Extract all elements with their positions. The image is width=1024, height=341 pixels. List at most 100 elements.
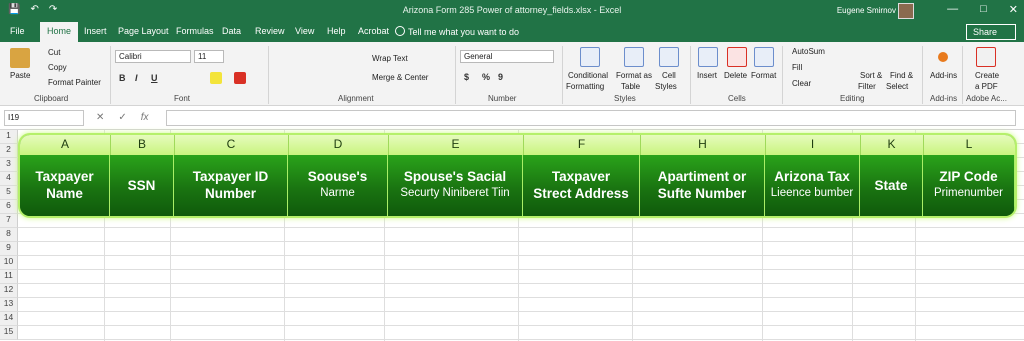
cell-styles-icon[interactable] xyxy=(659,47,679,67)
column-header-d[interactable]: D xyxy=(288,137,388,151)
enter-icon[interactable]: ✓ xyxy=(118,112,126,123)
add-ins-button[interactable]: Add-ins xyxy=(930,71,957,80)
header-cell[interactable]: Taxpayer ID Number xyxy=(174,155,288,216)
tab-page-layout[interactable]: Page Layout xyxy=(118,26,169,36)
tab-insert[interactable]: Insert xyxy=(84,26,107,36)
header-cell[interactable]: SSN xyxy=(110,155,174,216)
cut-button[interactable]: Cut xyxy=(48,48,60,57)
conditional-formatting-button-2[interactable]: Formatting xyxy=(566,82,604,91)
insert-button[interactable]: Insert xyxy=(697,71,717,80)
header-cell[interactable]: Spouse's Sacial Securty Niniberet Tiin xyxy=(388,155,523,216)
merge-center-button[interactable]: Merge & Center xyxy=(372,73,428,82)
header-cell[interactable]: Soouse's Narme xyxy=(288,155,388,216)
create-pdf-button-2[interactable]: a PDF xyxy=(975,82,998,91)
cell-styles-button-2[interactable]: Styles xyxy=(655,82,677,91)
row-header[interactable]: 3 xyxy=(0,158,18,172)
autosum-button[interactable]: AutoSum xyxy=(792,47,825,56)
column-header-k[interactable]: K xyxy=(860,137,923,151)
share-button[interactable]: Share xyxy=(966,24,1016,40)
column-header-l[interactable]: L xyxy=(923,137,1015,151)
row-header[interactable]: 14 xyxy=(0,312,18,326)
minimize-button[interactable]: — xyxy=(947,3,958,16)
underline-button[interactable]: U xyxy=(151,73,158,83)
row-header[interactable]: 12 xyxy=(0,284,18,298)
tell-me-search[interactable]: Tell me what you want to do xyxy=(408,27,519,37)
cell-styles-button[interactable]: Cell xyxy=(662,71,676,80)
conditional-formatting-icon[interactable] xyxy=(580,47,600,67)
font-size-select[interactable]: 11 xyxy=(194,50,224,63)
header-cell[interactable]: State xyxy=(860,155,923,216)
format-button[interactable]: Format xyxy=(751,71,776,80)
clear-button[interactable]: Clear xyxy=(792,79,811,88)
row-header[interactable]: 5 xyxy=(0,186,18,200)
delete-button[interactable]: Delete xyxy=(724,71,747,80)
row-header[interactable]: 1 xyxy=(0,130,18,144)
column-header-c[interactable]: C xyxy=(174,137,288,151)
find-select-button-2[interactable]: Select xyxy=(886,82,908,91)
find-select-button[interactable]: Find & xyxy=(890,71,913,80)
add-ins-icon[interactable] xyxy=(938,52,948,62)
sort-filter-button[interactable]: Sort & xyxy=(860,71,882,80)
header-cell[interactable]: ZIP Code Primenumber xyxy=(923,155,1015,216)
insert-cells-icon[interactable] xyxy=(698,47,718,67)
header-cell[interactable]: Taxpaver Strect Address xyxy=(523,155,640,216)
format-table-icon[interactable] xyxy=(624,47,644,67)
column-header-e[interactable]: E xyxy=(388,137,523,151)
create-pdf-icon[interactable] xyxy=(976,47,996,67)
row-header[interactable]: 4 xyxy=(0,172,18,186)
paste-button[interactable]: Paste xyxy=(10,71,30,80)
format-as-table-button[interactable]: Format as xyxy=(616,71,652,80)
row-header[interactable]: 7 xyxy=(0,214,18,228)
bold-button[interactable]: B xyxy=(119,73,126,83)
copy-button[interactable]: Copy xyxy=(48,63,67,72)
wrap-text-button[interactable]: Wrap Text xyxy=(372,54,408,63)
number-format-select[interactable]: General xyxy=(460,50,554,63)
maximize-button[interactable]: □ xyxy=(980,3,987,16)
format-as-table-button-2[interactable]: Table xyxy=(621,82,640,91)
comma-button[interactable]: 9 xyxy=(498,72,503,82)
create-pdf-button[interactable]: Create xyxy=(975,71,999,80)
header-cell[interactable]: Apartiment or Sufte Number xyxy=(640,155,765,216)
avatar[interactable] xyxy=(898,3,914,19)
tab-formulas[interactable]: Formulas xyxy=(176,26,214,36)
paste-icon[interactable] xyxy=(10,48,30,68)
sort-filter-button-2[interactable]: Filter xyxy=(858,82,876,91)
tab-data[interactable]: Data xyxy=(222,26,241,36)
font-color-icon[interactable] xyxy=(234,72,246,84)
formula-input[interactable] xyxy=(166,110,1016,126)
delete-cells-icon[interactable] xyxy=(727,47,747,67)
tab-view[interactable]: View xyxy=(295,26,314,36)
currency-button[interactable]: $ xyxy=(464,72,469,82)
column-header-f[interactable]: F xyxy=(523,137,640,151)
row-header[interactable]: 10 xyxy=(0,256,18,270)
conditional-formatting-button[interactable]: Conditional xyxy=(568,71,608,80)
column-header-a[interactable]: A xyxy=(20,137,110,151)
close-button[interactable]: ✕ xyxy=(1009,3,1018,16)
percent-button[interactable]: % xyxy=(482,72,490,82)
fill-color-icon[interactable] xyxy=(210,72,222,84)
font-name-select[interactable]: Calibri xyxy=(115,50,191,63)
header-cell[interactable]: Taxpayer Name xyxy=(20,155,110,216)
tab-help[interactable]: Help xyxy=(327,26,346,36)
row-header[interactable]: 9 xyxy=(0,242,18,256)
tab-home[interactable]: Home xyxy=(40,22,79,42)
user-name[interactable]: Eugene Smirnov xyxy=(837,6,896,15)
tab-acrobat[interactable]: Acrobat xyxy=(358,26,389,36)
row-header[interactable]: 13 xyxy=(0,298,18,312)
cancel-icon[interactable]: ✕ xyxy=(96,112,104,123)
column-header-i[interactable]: I xyxy=(765,137,860,151)
format-painter-button[interactable]: Format Painter xyxy=(48,78,101,87)
column-header-b[interactable]: B xyxy=(110,137,174,151)
name-box[interactable]: I19 xyxy=(4,110,84,126)
tab-review[interactable]: Review xyxy=(255,26,285,36)
header-cell[interactable]: Arizona Tax Lieence bumber xyxy=(765,155,860,216)
row-header[interactable]: 8 xyxy=(0,228,18,242)
insert-function-button[interactable]: fx xyxy=(141,112,149,123)
row-header[interactable]: 2 xyxy=(0,144,18,158)
format-cells-icon[interactable] xyxy=(754,47,774,67)
fill-button[interactable]: Fill xyxy=(792,63,802,72)
row-header[interactable]: 11 xyxy=(0,270,18,284)
tab-file[interactable]: File xyxy=(10,26,25,36)
row-header[interactable]: 6 xyxy=(0,200,18,214)
row-header[interactable]: 15 xyxy=(0,326,18,340)
